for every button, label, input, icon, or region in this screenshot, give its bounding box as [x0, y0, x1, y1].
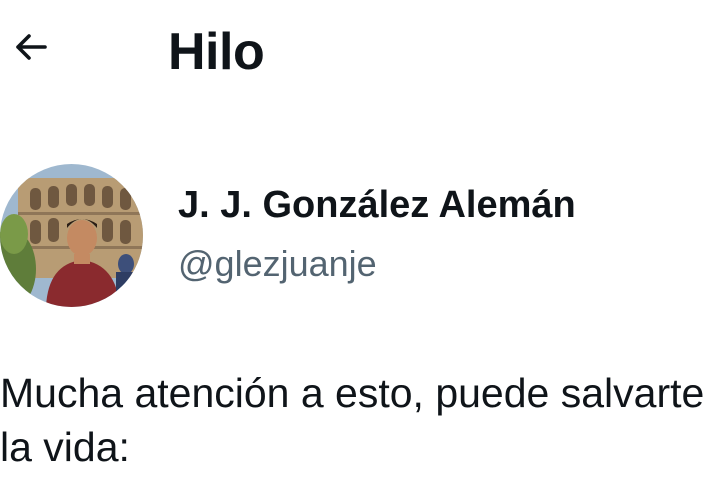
thread-header: Hilo [0, 0, 720, 100]
tweet-author: J. J. González Alemán @glezjuanje [0, 164, 720, 314]
tweet-text: Mucha atención a esto, puede salvarte la… [0, 370, 705, 470]
author-name[interactable]: J. J. González Alemán [178, 182, 576, 228]
page-title: Hilo [168, 23, 265, 81]
avatar[interactable] [0, 164, 143, 307]
arrow-left-icon [11, 27, 51, 72]
back-button[interactable] [4, 22, 58, 76]
author-handle[interactable]: @glezjuanje [178, 242, 377, 286]
